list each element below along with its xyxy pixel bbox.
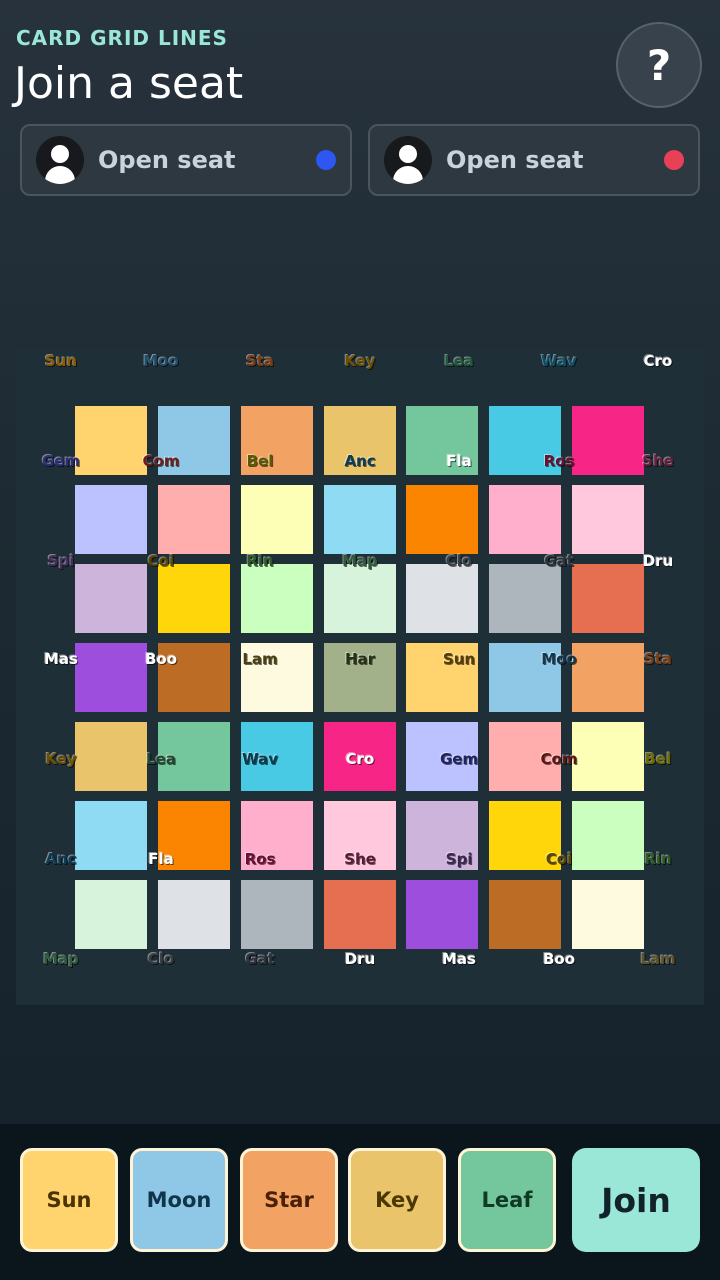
point-label: Rin bbox=[246, 552, 274, 570]
point-label: Cro bbox=[643, 352, 673, 370]
point-label: Lea bbox=[444, 352, 474, 370]
hand-card-key[interactable]: Key bbox=[348, 1148, 446, 1252]
point-label: Coi bbox=[545, 850, 573, 868]
avatar bbox=[384, 136, 432, 184]
point-label: Lam bbox=[640, 950, 676, 968]
point-label: Cro bbox=[345, 750, 375, 768]
seat-label: Open seat bbox=[446, 146, 584, 174]
point-label: Lam bbox=[242, 650, 278, 668]
hand-card-star[interactable]: Star bbox=[240, 1148, 338, 1252]
point-label: Anc bbox=[45, 850, 77, 868]
seat-blue[interactable]: Open seat bbox=[20, 124, 352, 196]
point-label: Gat bbox=[544, 552, 574, 570]
point-label: Boo bbox=[144, 650, 178, 668]
help-button[interactable]: ? bbox=[616, 22, 702, 108]
point-label: Key bbox=[45, 750, 77, 768]
hand-card-sun[interactable]: Sun bbox=[20, 1148, 118, 1252]
point-label: Wav bbox=[242, 750, 278, 768]
board-cell[interactable] bbox=[406, 880, 478, 949]
point-label: Dru bbox=[344, 950, 376, 968]
board-cell[interactable] bbox=[406, 564, 478, 633]
point-label: Ros bbox=[244, 850, 276, 868]
point-label: Com bbox=[142, 452, 180, 470]
game-board[interactable]: Sun Moo Sta Key Lea Wav Cro Gem Com Bel Anc Fla Ros S… bbox=[16, 349, 704, 1005]
point-label: Rin bbox=[644, 850, 672, 868]
hand-card-leaf[interactable]: Leaf bbox=[458, 1148, 556, 1252]
point-label: Fla bbox=[446, 452, 472, 470]
point-label: Coi bbox=[147, 552, 175, 570]
point-label: Har bbox=[344, 650, 376, 668]
point-label: Bel bbox=[644, 750, 672, 768]
point-label: Moo bbox=[143, 352, 179, 370]
point-label: Boo bbox=[542, 950, 576, 968]
point-label: Bel bbox=[246, 452, 274, 470]
board-cell[interactable] bbox=[489, 564, 561, 633]
board-cell[interactable] bbox=[572, 564, 644, 633]
header-kicker: CARD GRID LINES bbox=[16, 26, 228, 50]
board-cell[interactable] bbox=[489, 485, 561, 554]
point-label: Sun bbox=[442, 650, 476, 668]
seat-label: Open seat bbox=[98, 146, 236, 174]
point-label: Sta bbox=[245, 352, 275, 370]
board-cell[interactable] bbox=[75, 485, 147, 554]
point-label: Gat bbox=[245, 950, 275, 968]
point-label: Key bbox=[344, 352, 376, 370]
point-label: Mas bbox=[44, 650, 78, 668]
board-cell[interactable] bbox=[158, 564, 230, 633]
board-cell[interactable] bbox=[324, 880, 396, 949]
point-label: She bbox=[344, 850, 376, 868]
point-label: Gem bbox=[41, 452, 81, 470]
board-cell[interactable] bbox=[241, 485, 313, 554]
point-label: Moo bbox=[541, 650, 577, 668]
point-label: Clo bbox=[147, 950, 175, 968]
point-label: Clo bbox=[445, 552, 473, 570]
board-cell[interactable] bbox=[406, 485, 478, 554]
board-cell[interactable] bbox=[489, 880, 561, 949]
point-label: Map bbox=[342, 552, 378, 570]
seat-color-dot bbox=[664, 150, 684, 170]
seat-color-dot bbox=[316, 150, 336, 170]
join-button[interactable]: Join bbox=[572, 1148, 700, 1252]
board-cell[interactable] bbox=[241, 564, 313, 633]
board-cell[interactable] bbox=[241, 880, 313, 949]
avatar bbox=[36, 136, 84, 184]
point-label: Spi bbox=[47, 552, 75, 570]
point-label: Lea bbox=[146, 750, 176, 768]
board-cell[interactable] bbox=[158, 485, 230, 554]
board-cell[interactable] bbox=[572, 880, 644, 949]
point-label: Wav bbox=[541, 352, 577, 370]
board-cell[interactable] bbox=[158, 880, 230, 949]
point-label: Sun bbox=[44, 352, 78, 370]
board-cell[interactable] bbox=[324, 564, 396, 633]
point-label: Com bbox=[540, 750, 578, 768]
point-label: She bbox=[642, 452, 674, 470]
point-label: Ros bbox=[543, 452, 575, 470]
point-label: Map bbox=[43, 950, 79, 968]
point-label: Fla bbox=[148, 850, 174, 868]
point-label: Dru bbox=[642, 552, 674, 570]
board-cell[interactable] bbox=[75, 880, 147, 949]
board-cell[interactable] bbox=[572, 485, 644, 554]
seat-red[interactable]: Open seat bbox=[368, 124, 700, 196]
board-cell[interactable] bbox=[324, 485, 396, 554]
page-title: Join a seat bbox=[14, 58, 244, 109]
board-cell[interactable] bbox=[75, 564, 147, 633]
point-label: Mas bbox=[442, 950, 476, 968]
point-label: Anc bbox=[344, 452, 376, 470]
point-label: Spi bbox=[445, 850, 473, 868]
hand-card-moon[interactable]: Moon bbox=[130, 1148, 228, 1252]
point-label: Gem bbox=[439, 750, 479, 768]
point-label: Sta bbox=[643, 650, 673, 668]
